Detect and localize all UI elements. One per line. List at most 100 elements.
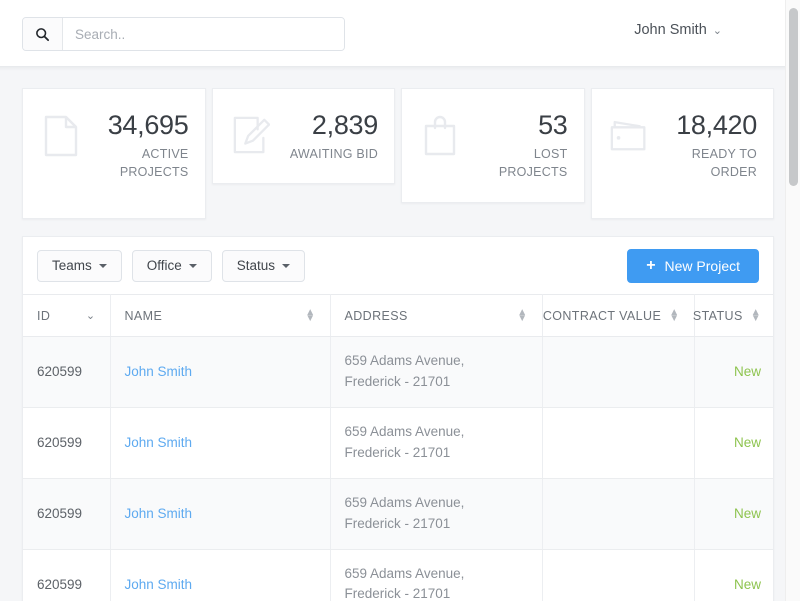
projects-table: ID ⌄ NAME ▲ ▼ ADDRESS ▲ ▼ CONTRACT VALUE… [23,294,773,601]
column-header-address[interactable]: ADDRESS ▲ ▼ [330,294,543,337]
table-toolbar: Teams Office Status + New Project [23,237,773,294]
search-icon [35,27,50,42]
chevron-down-icon: ⌄ [712,24,722,37]
chevron-down-icon [188,263,197,268]
search-button[interactable] [23,18,63,50]
status-badge: New [733,435,761,451]
stat-value: 53 [538,110,568,140]
column-label: ADDRESS [344,308,408,323]
chevron-down-icon [98,263,107,268]
column-header-name[interactable]: NAME ▲ ▼ [110,294,331,337]
filter-label: Status [236,258,276,273]
project-name-link[interactable]: John Smith [125,364,193,379]
filter-label: Teams [52,258,92,273]
search-group [22,17,345,51]
cell-address: 659 Adams Avenue, Frederick - 21701 [330,336,543,408]
column-header-id[interactable]: ID ⌄ [23,294,111,337]
cell-id: 620599 [23,407,111,479]
stat-label: LOST PROJECTS [498,147,568,180]
table-head: ID ⌄ NAME ▲ ▼ ADDRESS ▲ ▼ CONTRACT VALUE… [23,294,773,337]
stat-card-awaiting-bid: 2,839 AWAITING BID [211,88,395,185]
address-line-2: Frederick - 21701 [344,515,451,531]
cell-name: John Smith [110,407,331,479]
user-menu[interactable]: John Smith ⌄ [634,22,722,38]
cell-contract-value [542,478,695,550]
status-badge: New [733,576,761,592]
cell-id: 620599 [23,336,111,408]
column-header-status[interactable]: STATUS ▲ ▼ [692,294,773,337]
cell-status: New [694,478,773,550]
stat-card-body: 34,695 ACTIVE PROJECTS [85,111,189,182]
table-row[interactable]: 620599 John Smith 659 Adams Avenue, Fred… [23,549,773,601]
chevron-down-icon: ⌄ [85,310,96,322]
stat-label: ACTIVE PROJECTS [119,147,189,180]
column-label: CONTRACT VALUE [542,308,662,323]
cell-address: 659 Adams Avenue, Frederick - 21701 [330,407,543,479]
stat-card-active-projects: 34,695 ACTIVE PROJECTS [22,88,206,219]
cell-contract-value [542,336,695,408]
cell-name: John Smith [110,478,331,550]
cell-contract-value [542,407,695,479]
plus-icon: + [646,256,656,274]
sort-icon: ▲ ▼ [750,306,761,324]
column-label: ID [37,308,51,323]
table-header-row: ID ⌄ NAME ▲ ▼ ADDRESS ▲ ▼ CONTRACT VALUE… [23,294,773,337]
status-badge: New [733,506,761,522]
stat-value: 18,420 [676,110,757,140]
stat-label: READY TO ORDER [691,147,757,180]
sort-icon: ▲ ▼ [305,306,316,324]
cell-name: John Smith [110,549,331,601]
page-scrollbar-thumb[interactable] [789,8,798,186]
projects-panel: Teams Office Status + New Project ID ⌄ N… [22,236,774,601]
page-scrollbar-track[interactable] [785,0,800,601]
user-menu-label: John Smith [634,22,707,38]
new-project-label: New Project [664,257,740,274]
cell-address: 659 Adams Avenue, Frederick - 21701 [330,478,543,550]
status-badge: New [733,364,761,380]
search-input[interactable] [63,18,344,50]
stat-card-ready-to-order: 18,420 READY TO ORDER [590,88,774,219]
table-row[interactable]: 620599 John Smith 659 Adams Avenue, Fred… [23,336,773,408]
stat-card-body: 53 LOST PROJECTS [464,111,568,182]
stat-label: AWAITING BID [289,147,378,162]
address-line-2: Frederick - 21701 [344,444,451,460]
top-bar-shadow [0,67,794,71]
column-header-contract-value[interactable]: CONTRACT VALUE ▲ ▼ [542,294,695,337]
cell-status: New [694,336,773,408]
cell-address: 659 Adams Avenue, Frederick - 21701 [330,549,543,601]
address-line-2: Frederick - 21701 [344,586,451,601]
filter-teams-button[interactable]: Teams [37,249,122,282]
filter-office-button[interactable]: Office [131,249,212,282]
wallet-icon [606,111,654,153]
edit-icon [227,111,275,155]
cell-id: 620599 [23,478,111,550]
stat-card-lost-projects: 53 LOST PROJECTS [401,88,585,203]
stat-card-body: 2,839 AWAITING BID [275,110,378,163]
table-row[interactable]: 620599 John Smith 659 Adams Avenue, Fred… [23,407,773,479]
app-root: John Smith ⌄ 34,695 ACTIVE PROJECTS [0,0,800,601]
document-icon [37,111,85,157]
stat-cards: 34,695 ACTIVE PROJECTS 2,839 AWAITING BI… [22,88,774,219]
sort-icon: ▲ ▼ [669,306,680,324]
filter-status-button[interactable]: Status [221,249,306,282]
sort-icon: ▲ ▼ [517,306,528,324]
address-line-1: 659 Adams Avenue, [344,423,465,439]
table-body: 620599 John Smith 659 Adams Avenue, Fred… [23,336,773,601]
project-name-link[interactable]: John Smith [125,506,193,521]
stat-value: 2,839 [311,110,378,140]
address-line-1: 659 Adams Avenue, [344,565,465,581]
chevron-down-icon [282,263,291,268]
address-line-1: 659 Adams Avenue, [344,353,465,368]
column-label: STATUS [692,308,743,323]
new-project-button[interactable]: + New Project [627,248,759,283]
project-name-link[interactable]: John Smith [125,577,193,592]
filter-label: Office [146,258,182,273]
stat-value: 34,695 [107,110,189,140]
stat-card-body: 18,420 READY TO ORDER [654,110,757,182]
cell-id: 620599 [23,549,111,601]
column-label: NAME [124,308,163,323]
cell-status: New [694,549,773,601]
address-line-1: 659 Adams Avenue, [344,494,465,510]
table-row[interactable]: 620599 John Smith 659 Adams Avenue, Fred… [23,478,773,550]
project-name-link[interactable]: John Smith [125,435,193,450]
